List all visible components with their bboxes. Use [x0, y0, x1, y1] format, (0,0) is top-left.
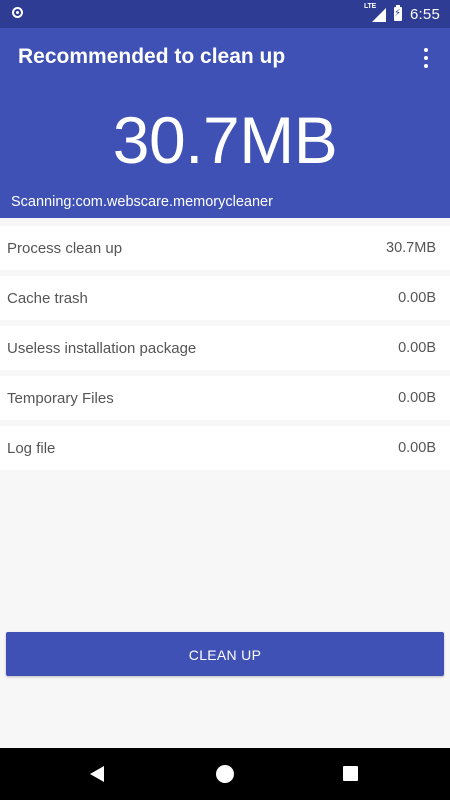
list-item-cache[interactable]: Cache trash 0.00B [0, 276, 450, 320]
scanning-status: Scanning:com.webscare.memorycleaner [11, 194, 273, 210]
item-value: 0.00B [398, 290, 436, 306]
overflow-dot [424, 56, 428, 60]
clean-up-button[interactable]: CLEAN UP [6, 632, 444, 676]
item-value: 0.00B [398, 440, 436, 456]
list-item-process[interactable]: Process clean up 30.7MB [0, 226, 450, 270]
list-item-installation-package[interactable]: Useless installation package 0.00B [0, 326, 450, 370]
battery-charging-icon [394, 5, 402, 21]
overflow-dot [424, 64, 428, 68]
app-bar: Recommended to clean up [0, 28, 450, 88]
item-label: Process clean up [7, 239, 123, 257]
list-item-temporary-files[interactable]: Temporary Files 0.00B [0, 376, 450, 420]
home-icon[interactable] [216, 765, 234, 783]
item-value: 0.00B [398, 390, 436, 406]
list-item-log-file[interactable]: Log file 0.00B [0, 426, 450, 470]
item-value: 0.00B [398, 340, 436, 356]
item-label: Log file [7, 439, 56, 457]
signal-icon [372, 8, 386, 22]
recent-apps-icon[interactable] [343, 766, 358, 781]
page-title: Recommended to clean up [18, 45, 286, 68]
item-label: Temporary Files [7, 389, 114, 407]
status-time: 6:55 [410, 5, 440, 23]
item-label: Useless installation package [7, 339, 197, 357]
total-size: 30.7MB [112, 103, 338, 177]
clean-items-list: Process clean up 30.7MB Cache trash 0.00… [0, 226, 450, 476]
overflow-dot [424, 48, 428, 52]
overflow-menu-icon[interactable] [416, 46, 436, 70]
back-icon[interactable] [90, 766, 104, 782]
status-right-group: LTE 6:55 [364, 0, 440, 28]
navigation-bar [0, 748, 450, 800]
item-label: Cache trash [7, 289, 88, 307]
lte-signal-icon: LTE [364, 3, 386, 23]
status-bar: LTE 6:55 [0, 0, 450, 28]
item-value: 30.7MB [386, 240, 436, 256]
summary-panel: 30.7MB Scanning:com.webscare.memoryclean… [0, 88, 450, 218]
notification-icon [12, 7, 23, 18]
